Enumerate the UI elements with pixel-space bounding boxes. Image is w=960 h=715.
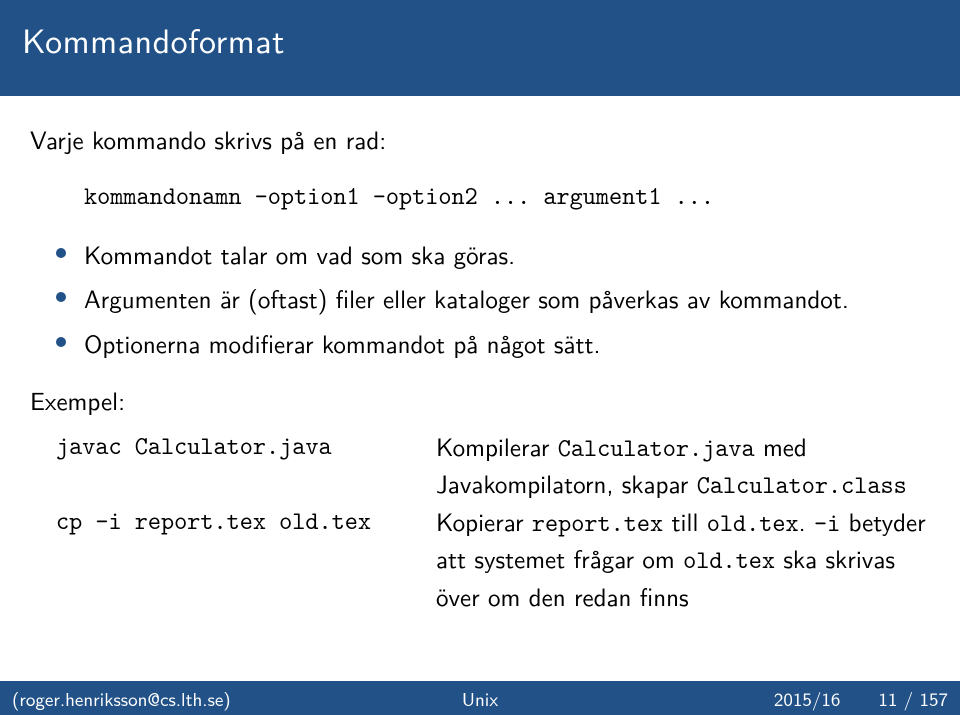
- slide-title-bar: Kommandoformat: [0, 0, 960, 96]
- bullet-list: Kommandot talar om vad som ska göras. Ar…: [56, 236, 930, 361]
- slide-title: Kommandoformat: [22, 14, 285, 64]
- example-description: Kopierar report.tex till old.tex. -i bet…: [436, 503, 930, 614]
- footer-page: 2015/16 11 / 157: [636, 684, 948, 712]
- intro-text: Varje kommando skrivs på en rad:: [30, 120, 930, 157]
- example-table: javac Calculator.java Kompilerar Calcula…: [56, 428, 930, 614]
- bullet-item: Argumenten är (oftast) filer eller katal…: [56, 280, 930, 316]
- footer-page-number: 11 / 157: [878, 684, 948, 712]
- bullet-item: Kommandot talar om vad som ska göras.: [56, 236, 930, 272]
- bullet-item: Optionerna modifierar kommandot på något…: [56, 325, 930, 361]
- slide-footer: (roger.henriksson@cs.lth.se) Unix 2015/1…: [0, 681, 960, 715]
- footer-author: (roger.henriksson@cs.lth.se): [12, 684, 324, 712]
- command-format-line: kommandonamn -option1 -option2 ... argum…: [84, 179, 930, 212]
- example-label: Exempel:: [30, 381, 930, 418]
- footer-term: 2015/16: [774, 684, 841, 712]
- example-command: cp -i report.tex old.tex: [56, 503, 426, 614]
- footer-course: Unix: [324, 684, 636, 712]
- slide-body: Varje kommando skrivs på en rad: kommand…: [0, 96, 960, 613]
- example-description: Kompilerar Calculator.java med Javakompi…: [436, 428, 930, 503]
- example-command: javac Calculator.java: [56, 428, 426, 503]
